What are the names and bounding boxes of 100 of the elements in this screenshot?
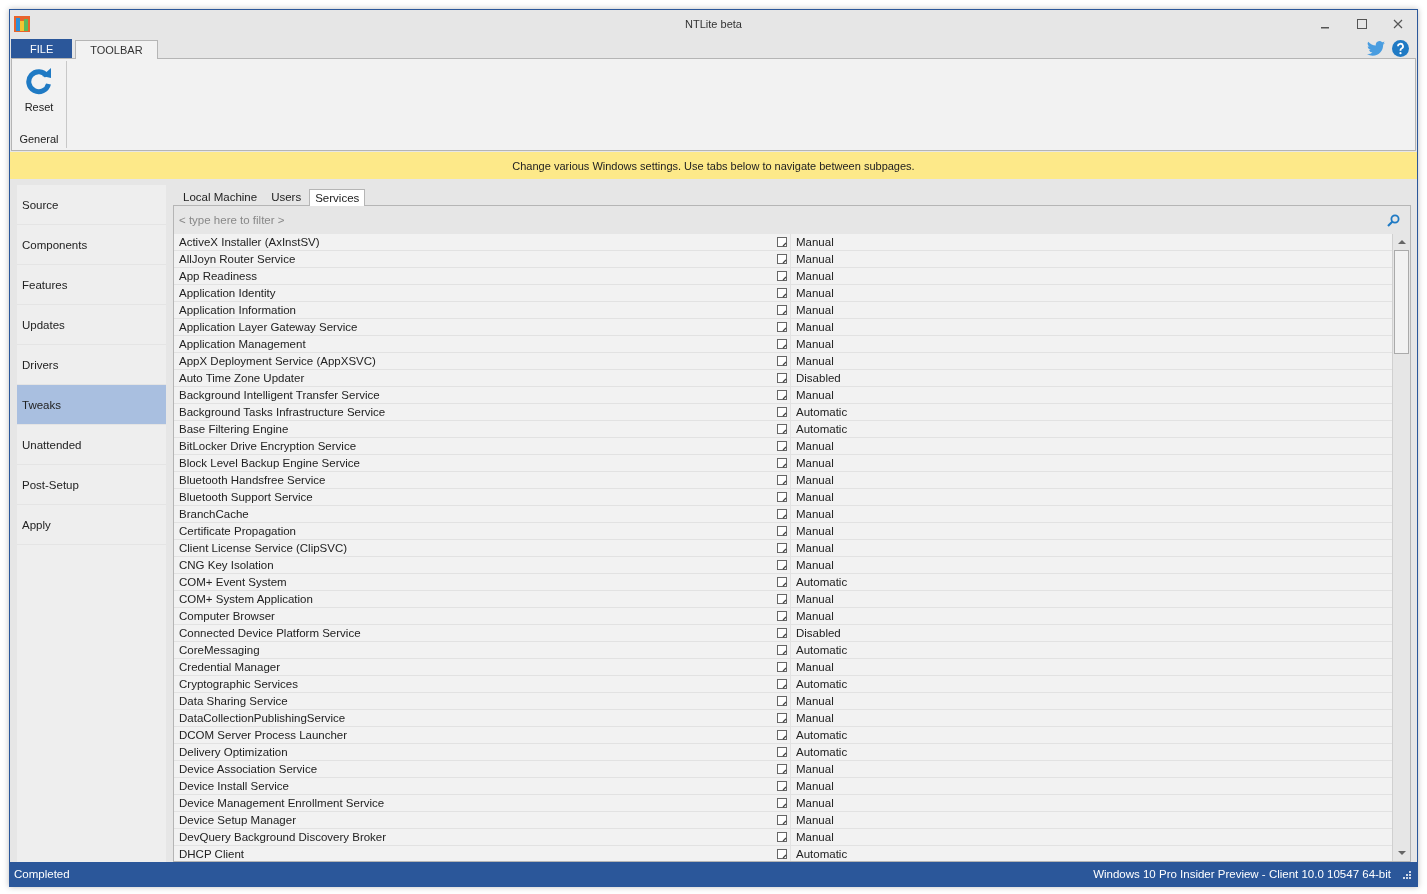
checkbox[interactable] <box>776 628 787 638</box>
service-name-cell-text: COM+ System Application <box>178 593 314 605</box>
startup-type-cell-text: Manual <box>795 355 835 367</box>
service-name-cell-text: ActiveX Installer (AxInstSV) <box>178 236 321 248</box>
startup-type-cell-text: Disabled <box>795 627 842 639</box>
service-name-cell-text: DCOM Server Process Launcher <box>178 729 349 741</box>
checkbox[interactable] <box>776 288 787 298</box>
checkbox[interactable] <box>776 509 787 519</box>
checkbox[interactable] <box>776 679 787 689</box>
service-name-cell-text: Client License Service (ClipSVC) <box>178 542 349 554</box>
checkbox[interactable] <box>776 781 787 791</box>
startup-type-cell-text: Manual <box>795 831 835 843</box>
ribbon-tab[interactable]: FILE <box>11 39 73 58</box>
startup-type-cell-text: Manual <box>795 253 835 265</box>
filter-field[interactable]: < type here to filter > <box>179 214 1387 226</box>
startup-type-cell-text: Manual <box>795 610 835 622</box>
checkbox[interactable] <box>776 611 787 621</box>
checkbox[interactable] <box>776 577 787 587</box>
startup-type-cell-text: Manual <box>795 304 835 316</box>
tab[interactable]: Local Machine <box>177 188 264 205</box>
sidebar-item[interactable]: Features <box>17 265 166 305</box>
service-name-cell-text: Credential Manager <box>178 661 281 673</box>
startup-type-cell-text: Disabled <box>795 372 842 384</box>
service-name-cell-text: App Readiness <box>178 270 258 282</box>
startup-type-cell-text: Manual <box>795 270 835 282</box>
checkbox[interactable] <box>776 237 787 247</box>
checkbox[interactable] <box>776 322 787 332</box>
maximize-icon[interactable] <box>1357 19 1367 29</box>
checkbox[interactable] <box>776 696 787 706</box>
startup-type-cell-text: Manual <box>795 525 835 537</box>
sidebar-item[interactable]: Tweaks <box>17 385 166 425</box>
service-name-cell-text: Cryptographic Services <box>178 678 299 690</box>
checkbox[interactable] <box>776 594 787 604</box>
checkbox[interactable] <box>776 390 787 400</box>
service-name-cell-text: Block Level Backup Engine Service <box>178 457 361 469</box>
startup-type-cell-text: Manual <box>795 474 835 486</box>
checkbox[interactable] <box>776 543 787 553</box>
checkbox[interactable] <box>776 407 787 417</box>
service-name-cell-text: Data Sharing Service <box>178 695 289 707</box>
startup-type-cell-text: Manual <box>795 695 835 707</box>
sidebar-item[interactable]: Unattended <box>17 425 166 465</box>
startup-type-cell-text: Automatic <box>795 848 849 860</box>
checkbox[interactable] <box>776 271 787 281</box>
help-icon[interactable] <box>1392 39 1409 57</box>
checkbox[interactable] <box>776 339 787 349</box>
scrollbar[interactable] <box>1392 234 1410 861</box>
checkbox[interactable] <box>776 662 787 672</box>
status-text: Completed <box>14 868 70 880</box>
ribbon-tab[interactable]: TOOLBAR <box>75 40 158 59</box>
startup-type-cell-text: Manual <box>795 559 835 571</box>
service-name-cell-text: DHCP Client <box>178 848 245 860</box>
checkbox[interactable] <box>776 832 787 842</box>
sidebar-item[interactable]: Updates <box>17 305 166 345</box>
window-title: NTLite beta <box>685 18 742 30</box>
checkbox[interactable] <box>776 713 787 723</box>
checkbox[interactable] <box>776 526 787 536</box>
checkbox[interactable] <box>776 815 787 825</box>
checkbox[interactable] <box>776 747 787 757</box>
os-version-text: Windows 10 Pro Insider Preview - Client 10.0 10547 64-bit <box>1093 868 1391 880</box>
service-name-cell-text: Application Identity <box>178 287 277 299</box>
checkbox[interactable] <box>776 645 787 655</box>
service-name-cell-text: DevQuery Background Discovery Broker <box>178 831 388 843</box>
checkbox[interactable] <box>776 424 787 434</box>
service-name-cell-text: Auto Time Zone Updater <box>178 372 306 384</box>
startup-type-cell-text: Manual <box>795 389 835 401</box>
service-name-cell-text: Certificate Propagation <box>178 525 297 537</box>
checkbox[interactable] <box>776 730 787 740</box>
checkbox[interactable] <box>776 475 787 485</box>
resize-grip-icon[interactable] <box>1401 869 1411 879</box>
startup-type-cell-text: Automatic <box>795 423 849 435</box>
service-name-cell-text: Device Association Service <box>178 763 319 775</box>
sidebar-item[interactable]: Components <box>17 225 166 265</box>
scrollbar-thumb[interactable] <box>1394 250 1409 354</box>
checkbox[interactable] <box>776 764 787 774</box>
close-icon[interactable] <box>1393 19 1403 29</box>
service-name-cell-text: CNG Key Isolation <box>178 559 275 571</box>
startup-type-cell-text: Manual <box>795 542 835 554</box>
checkbox[interactable] <box>776 458 787 468</box>
checkbox[interactable] <box>776 373 787 383</box>
tab[interactable]: Services <box>309 189 366 206</box>
checkbox[interactable] <box>776 560 787 570</box>
checkbox[interactable] <box>776 798 787 808</box>
reset-button[interactable]: Reset <box>20 61 58 115</box>
service-name-cell-text: CoreMessaging <box>178 644 261 656</box>
checkbox[interactable] <box>776 492 787 502</box>
sidebar-item[interactable]: Source <box>17 185 166 225</box>
tab[interactable]: Users <box>265 188 308 205</box>
checkbox[interactable] <box>776 254 787 264</box>
sidebar-item[interactable]: Apply <box>17 505 166 545</box>
checkbox[interactable] <box>776 356 787 366</box>
startup-type-cell-text: Manual <box>795 287 835 299</box>
checkbox[interactable] <box>776 441 787 451</box>
app-logo-icon <box>14 16 30 32</box>
checkbox[interactable] <box>776 849 787 859</box>
checkbox[interactable] <box>776 305 787 315</box>
startup-type-cell-text: Manual <box>795 780 835 792</box>
sidebar-item[interactable]: Post-Setup <box>17 465 166 505</box>
service-name-cell-text: Device Management Enrollment Service <box>178 797 386 809</box>
search-icon[interactable] <box>1387 213 1400 227</box>
service-name-cell-text: BitLocker Drive Encryption Service <box>178 440 358 452</box>
